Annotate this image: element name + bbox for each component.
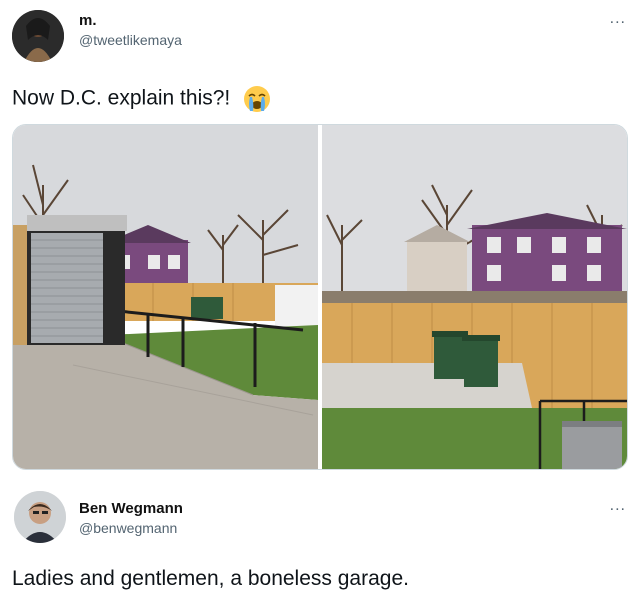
more-options-icon[interactable]: ...	[610, 497, 626, 515]
display-name[interactable]: Ben Wegmann	[79, 500, 183, 517]
avatar[interactable]	[14, 491, 66, 543]
tweet-text: Ladies and gentlemen, a boneless garage.	[12, 567, 409, 590]
avatar-image	[14, 491, 66, 543]
tweet-reply: Ben Wegmann @benwegmann ... Ladies and g…	[0, 0, 640, 598]
handle[interactable]: @benwegmann	[79, 520, 177, 536]
